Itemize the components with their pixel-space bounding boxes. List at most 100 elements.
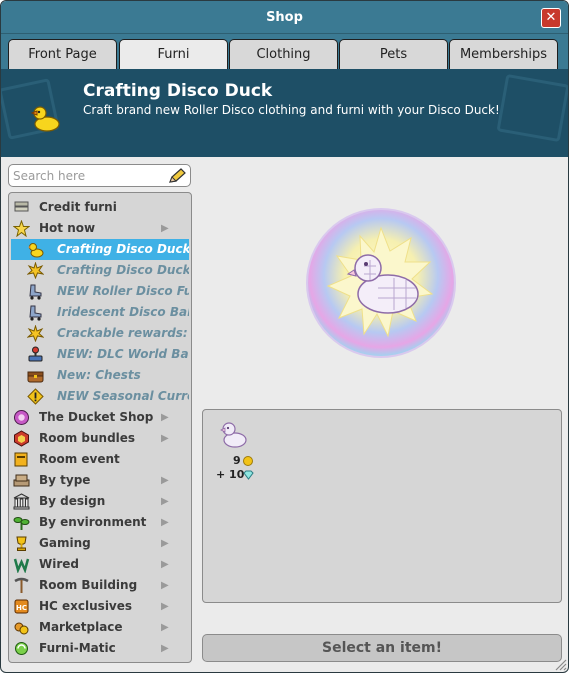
category-item[interactable]: By type ▶ (11, 470, 189, 491)
category-label: By environment (39, 515, 147, 529)
category-item[interactable]: The Ducket Shop ▶ (11, 407, 189, 428)
chevron-right-icon[interactable]: ▶ (161, 596, 169, 617)
category-item[interactable]: Iridescent Disco Ball (11, 302, 189, 323)
disco-duck-preview (306, 208, 456, 358)
chevron-right-icon[interactable]: ▶ (161, 575, 169, 596)
tab-front-page[interactable]: Front Page (8, 39, 117, 69)
category-label: Room event (39, 452, 120, 466)
catalog-header-banner: Crafting Disco Duck Craft brand new Roll… (1, 69, 568, 157)
diamond-price: + 10 (216, 468, 245, 481)
chevron-right-icon[interactable]: ▶ (161, 638, 169, 659)
category-label: Gaming (39, 536, 91, 550)
diamond-icon (243, 470, 254, 480)
sofa-icon (13, 474, 30, 487)
tab-memberships[interactable]: Memberships (449, 39, 558, 69)
tab-furni[interactable]: Furni (119, 39, 228, 70)
category-label: HC exclusives (39, 599, 133, 613)
title-bar[interactable]: Shop ✕ (1, 1, 568, 34)
shop-window: Shop ✕ Front Page Furni Clothing Pets Me… (0, 0, 569, 673)
category-item[interactable]: Gaming ▶ (11, 533, 189, 554)
category-item[interactable]: Crafting Disco Duck (11, 239, 189, 260)
roller-skate-icon (29, 284, 42, 300)
credit-price: 9 (233, 454, 241, 467)
category-label: New: Chests (57, 368, 141, 382)
search-box (8, 164, 191, 187)
chevron-right-icon[interactable]: ▶ (161, 533, 169, 554)
category-label: Furni-Matic (39, 641, 116, 655)
coin-icon (243, 456, 253, 466)
category-item[interactable]: Credit furni (11, 197, 189, 218)
category-label: Crafting Disco Duck (57, 263, 189, 277)
category-item[interactable]: Wired ▶ (11, 554, 189, 575)
wired-icon (13, 558, 30, 573)
category-item[interactable]: New: Chests (11, 365, 189, 386)
cart-decoration-icon (496, 73, 568, 143)
category-item[interactable]: Room bundles ▶ (11, 428, 189, 449)
category-label: Credit furni (39, 200, 117, 214)
columns-icon (13, 493, 30, 510)
category-label: NEW Seasonal Currency (57, 389, 189, 403)
category-label: Hot now (39, 221, 96, 235)
sparkle-icon (27, 325, 44, 342)
sparkle-icon (27, 262, 44, 279)
event-icon (14, 452, 28, 467)
duck-icon[interactable] (217, 418, 249, 450)
category-item[interactable]: Room event (11, 449, 189, 470)
recycle-icon (15, 642, 28, 655)
close-icon: ✕ (545, 10, 557, 25)
tab-clothing[interactable]: Clothing (229, 39, 338, 69)
category-label: Crackable rewards: Prol (57, 326, 189, 340)
banner-title: Crafting Disco Duck (83, 81, 273, 101)
category-item[interactable]: Furni-Matic ▶ (11, 638, 189, 659)
chevron-right-icon[interactable]: ▶ (161, 428, 169, 449)
chevron-right-icon[interactable]: ▶ (161, 470, 169, 491)
chevron-right-icon[interactable]: ▶ (161, 407, 169, 428)
category-label: Marketplace (39, 620, 123, 634)
category-item[interactable]: Marketplace ▶ (11, 617, 189, 638)
svg-text:HC: HC (16, 604, 27, 612)
duck-icon (28, 243, 44, 258)
category-label: NEW: DLC World Badge (57, 347, 189, 361)
window-title: Shop (266, 10, 303, 25)
category-item[interactable]: NEW: DLC World Badge (11, 344, 189, 365)
category-item[interactable]: By environment ▶ (11, 512, 189, 533)
search-input[interactable] (13, 167, 163, 184)
credit-furni-icon (14, 201, 29, 212)
chevron-right-icon[interactable]: ▶ (161, 617, 169, 638)
plant-icon (13, 517, 30, 530)
category-label: Wired (39, 557, 79, 571)
category-item[interactable]: Crackable rewards: Prol (11, 323, 189, 344)
category-item[interactable]: HC HC exclusives ▶ (11, 596, 189, 617)
category-label: Room Building (39, 578, 138, 592)
chest-icon (27, 371, 44, 383)
category-label: Iridescent Disco Ball (57, 305, 189, 319)
tab-bar: Front Page Furni Clothing Pets Membershi… (1, 34, 568, 70)
select-item-button[interactable]: Select an item! (202, 634, 562, 662)
chevron-right-icon[interactable]: ▶ (161, 491, 169, 512)
category-label: NEW Roller Disco Furni: (57, 284, 189, 298)
star-icon (13, 220, 30, 237)
roller-skate-icon (29, 305, 42, 321)
resize-grip-icon[interactable] (554, 658, 567, 671)
warning-icon (27, 388, 44, 405)
chevron-right-icon[interactable]: ▶ (161, 218, 169, 239)
chevron-right-icon[interactable]: ▶ (161, 512, 169, 533)
tab-pets[interactable]: Pets (339, 39, 448, 69)
category-label: By type (39, 473, 91, 487)
category-label: By design (39, 494, 106, 508)
category-list: Credit furni Hot now ▶ Crafting Disco Duck C… (8, 192, 192, 663)
category-item[interactable]: Hot now ▶ (11, 218, 189, 239)
category-item[interactable]: Room Building ▶ (11, 575, 189, 596)
trophy-icon (16, 536, 27, 551)
pencil-icon[interactable] (167, 167, 187, 185)
chevron-right-icon[interactable]: ▶ (161, 554, 169, 575)
marketplace-icon (14, 622, 29, 635)
category-item[interactable]: Crafting Disco Duck (11, 260, 189, 281)
category-item[interactable]: NEW Roller Disco Furni: (11, 281, 189, 302)
category-item[interactable]: By design ▶ (11, 491, 189, 512)
ducket-icon (14, 410, 29, 425)
banner-subtitle: Craft brand new Roller Disco clothing an… (83, 103, 500, 117)
category-item[interactable]: NEW Seasonal Currency (11, 386, 189, 407)
close-button[interactable]: ✕ (541, 8, 561, 28)
category-label: The Ducket Shop (39, 410, 154, 424)
